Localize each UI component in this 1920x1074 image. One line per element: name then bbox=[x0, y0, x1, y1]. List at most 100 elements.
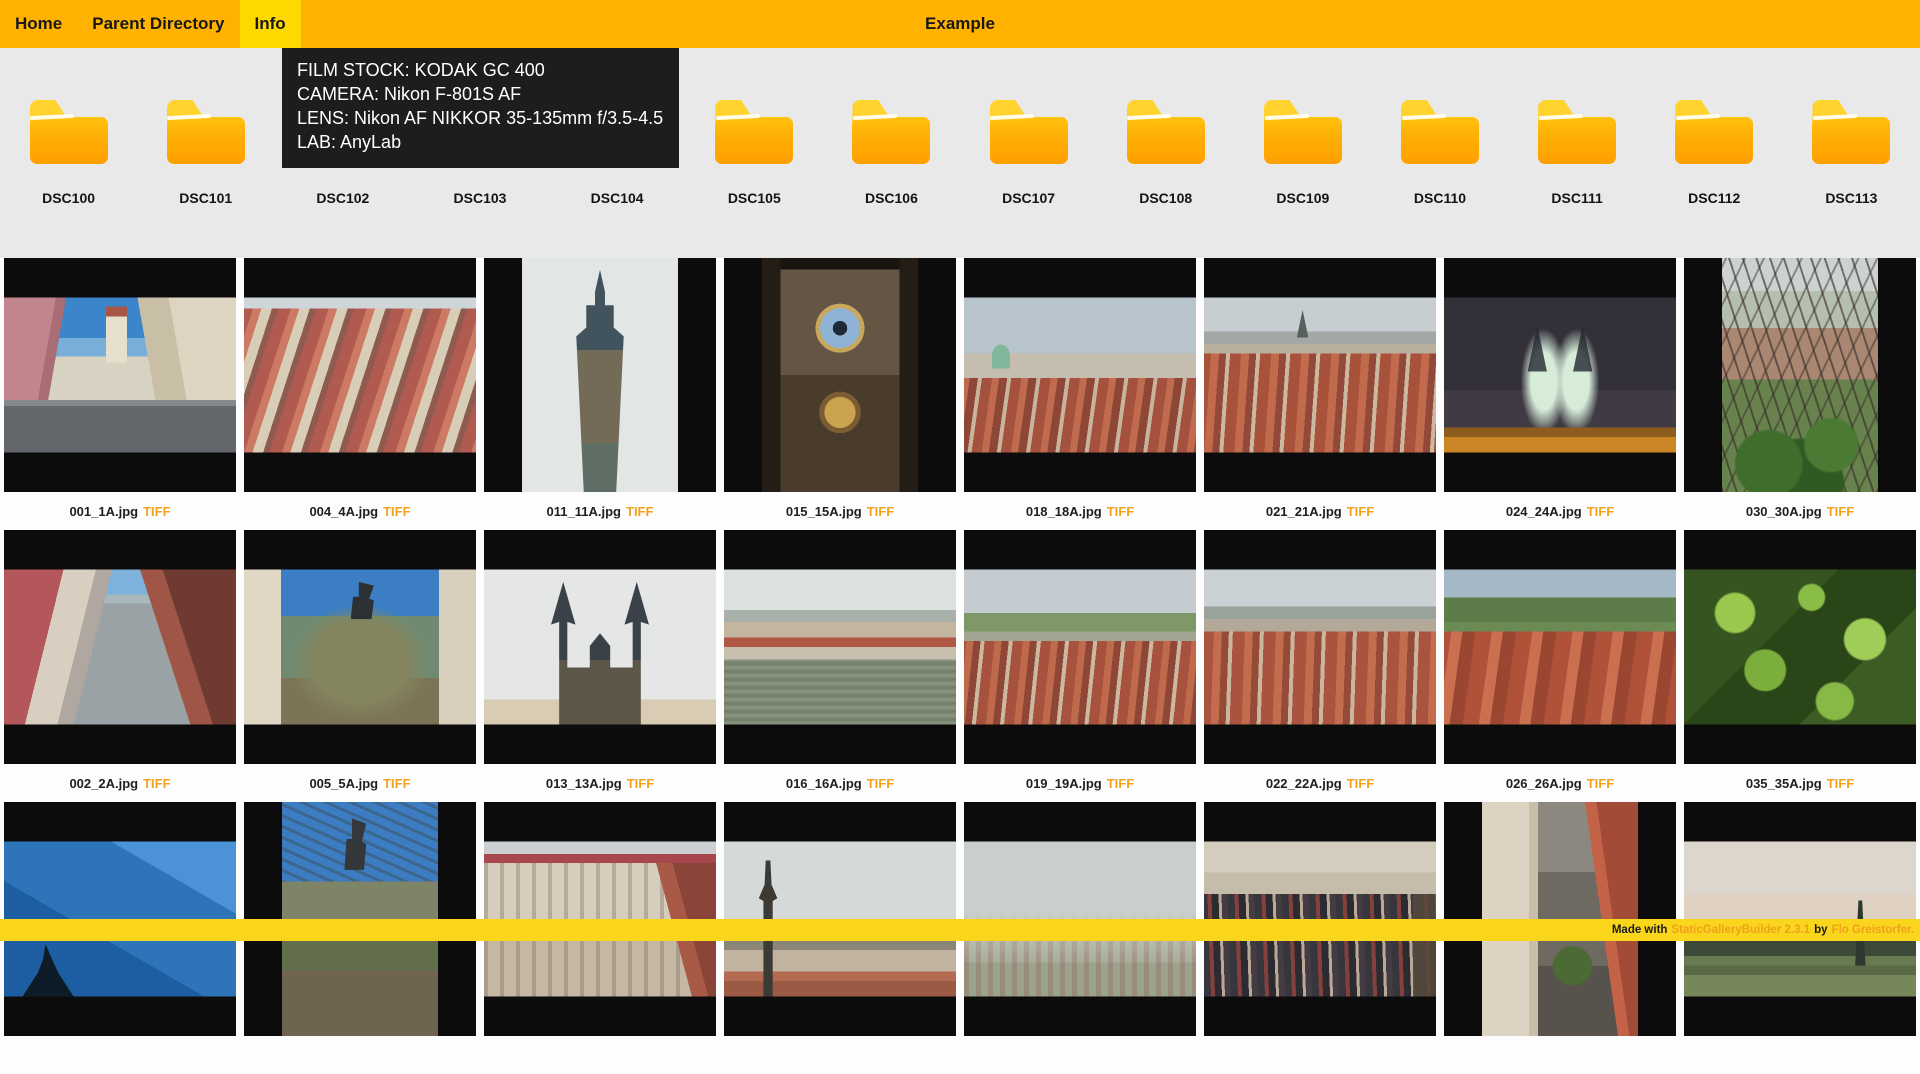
folder-item-dsc111[interactable]: DSC111 bbox=[1509, 48, 1646, 258]
nav-item-info[interactable]: Info bbox=[240, 0, 301, 48]
photo-label: 019_19A.jpg TIFF bbox=[964, 764, 1196, 802]
photo-tile-013-13a-jpg[interactable] bbox=[484, 530, 716, 764]
photo-filename-link[interactable]: 022_22A.jpg bbox=[1266, 776, 1342, 791]
photo-tile-005-5a-jpg[interactable] bbox=[244, 530, 476, 764]
photo-filename-link[interactable]: 019_19A.jpg bbox=[1026, 776, 1102, 791]
info-tooltip-line: LAB: AnyLab bbox=[297, 131, 663, 155]
photo-format-link[interactable]: TIFF bbox=[626, 504, 653, 519]
photo-tile-026-26a-jpg[interactable] bbox=[1444, 530, 1676, 764]
folder-item-dsc108[interactable]: DSC108 bbox=[1097, 48, 1234, 258]
folder-icon bbox=[852, 100, 930, 164]
folder-icon bbox=[1812, 100, 1890, 164]
folder-item-dsc112[interactable]: DSC112 bbox=[1646, 48, 1783, 258]
gallery-cell: 004_4A.jpg TIFF bbox=[240, 258, 480, 530]
folder-label: DSC106 bbox=[865, 190, 918, 206]
footer-builder-link[interactable]: StaticGalleryBuilder 2.3.1 bbox=[1671, 924, 1810, 936]
photo-format-link[interactable]: TIFF bbox=[627, 776, 654, 791]
nav-item-parent-directory[interactable]: Parent Directory bbox=[77, 0, 239, 48]
photo-format-link[interactable]: TIFF bbox=[1587, 776, 1614, 791]
photo-tile-002-2a-jpg[interactable] bbox=[4, 530, 236, 764]
photo-format-link[interactable]: TIFF bbox=[1587, 504, 1614, 519]
photo-tile-019-19a-jpg[interactable] bbox=[964, 530, 1196, 764]
photo-thumbnail bbox=[724, 570, 956, 725]
photo-format-link[interactable]: TIFF bbox=[383, 504, 410, 519]
photo-tile-018-18a-jpg[interactable] bbox=[964, 258, 1196, 492]
folder-item-dsc101[interactable]: DSC101 bbox=[137, 48, 274, 258]
info-tooltip-line: LENS: Nikon AF NIKKOR 35-135mm f/3.5-4.5 bbox=[297, 107, 663, 131]
photo-format-link[interactable]: TIFF bbox=[1107, 504, 1134, 519]
photo-format-link[interactable]: TIFF bbox=[143, 504, 170, 519]
photo-filename-link[interactable]: 004_4A.jpg bbox=[309, 504, 378, 519]
photo-filename-link[interactable]: 015_15A.jpg bbox=[786, 504, 862, 519]
photo-label bbox=[724, 1036, 956, 1074]
folder-item-dsc105[interactable]: DSC105 bbox=[686, 48, 823, 258]
photo-label bbox=[1204, 1036, 1436, 1074]
photo-filename-link[interactable]: 030_30A.jpg bbox=[1746, 504, 1822, 519]
photo-tile-015-15a-jpg[interactable] bbox=[724, 258, 956, 492]
photo-format-link[interactable]: TIFF bbox=[1347, 504, 1374, 519]
photo-filename-link[interactable]: 024_24A.jpg bbox=[1506, 504, 1582, 519]
photo-format-link[interactable]: TIFF bbox=[867, 504, 894, 519]
folder-label: DSC111 bbox=[1551, 190, 1602, 206]
photo-thumbnail bbox=[1204, 570, 1436, 725]
photo-tile-016-16a-jpg[interactable] bbox=[724, 530, 956, 764]
photo-tile-030-30a-jpg[interactable] bbox=[1684, 258, 1916, 492]
photo-format-link[interactable]: TIFF bbox=[1827, 504, 1854, 519]
footer-author-link[interactable]: Flo Greistorfer. bbox=[1832, 924, 1914, 936]
photo-thumbnail bbox=[1722, 258, 1878, 492]
photo-format-link[interactable]: TIFF bbox=[143, 776, 170, 791]
folder-item-dsc100[interactable]: DSC100 bbox=[0, 48, 137, 258]
folder-item-dsc107[interactable]: DSC107 bbox=[960, 48, 1097, 258]
nav-item-home[interactable]: Home bbox=[0, 0, 77, 48]
gallery-cell: 021_21A.jpg TIFF bbox=[1200, 258, 1440, 530]
photo-filename-link[interactable]: 005_5A.jpg bbox=[309, 776, 378, 791]
photo-format-link[interactable]: TIFF bbox=[1347, 776, 1374, 791]
photo-filename-link[interactable]: 018_18A.jpg bbox=[1026, 504, 1102, 519]
photo-tile-011-11a-jpg[interactable] bbox=[484, 258, 716, 492]
folder-item-dsc113[interactable]: DSC113 bbox=[1783, 48, 1920, 258]
folder-item-dsc109[interactable]: DSC109 bbox=[1234, 48, 1371, 258]
gallery-cell: 024_24A.jpg TIFF bbox=[1440, 258, 1680, 530]
photo-thumbnail bbox=[484, 570, 716, 725]
gallery-cell: 035_35A.jpg TIFF bbox=[1680, 530, 1920, 802]
info-tooltip-line: FILM STOCK: KODAK GC 400 bbox=[297, 59, 663, 83]
photo-format-link[interactable]: TIFF bbox=[867, 776, 894, 791]
photo-filename-link[interactable]: 002_2A.jpg bbox=[69, 776, 138, 791]
photo-tile-004-4a-jpg[interactable] bbox=[244, 258, 476, 492]
photo-label: 022_22A.jpg TIFF bbox=[1204, 764, 1436, 802]
footer-bar: Made with StaticGalleryBuilder 2.3.1 by … bbox=[0, 919, 1920, 941]
photo-tile-001-1a-jpg[interactable] bbox=[4, 258, 236, 492]
folder-label: DSC112 bbox=[1688, 190, 1740, 206]
gallery-cell: 016_16A.jpg TIFF bbox=[720, 530, 960, 802]
gallery-cell: 001_1A.jpg TIFF bbox=[0, 258, 240, 530]
photo-label: 001_1A.jpg TIFF bbox=[4, 492, 236, 530]
photo-format-link[interactable]: TIFF bbox=[1827, 776, 1854, 791]
photo-filename-link[interactable]: 026_26A.jpg bbox=[1506, 776, 1582, 791]
photo-format-link[interactable]: TIFF bbox=[1107, 776, 1134, 791]
photo-format-link[interactable]: TIFF bbox=[383, 776, 410, 791]
folder-icon bbox=[1264, 100, 1342, 164]
folder-item-dsc110[interactable]: DSC110 bbox=[1371, 48, 1508, 258]
photo-tile-021-21a-jpg[interactable] bbox=[1204, 258, 1436, 492]
folder-label: DSC107 bbox=[1002, 190, 1055, 206]
photo-tile-035-35a-jpg[interactable] bbox=[1684, 530, 1916, 764]
photo-label bbox=[244, 1036, 476, 1074]
folder-item-dsc106[interactable]: DSC106 bbox=[823, 48, 960, 258]
photo-filename-link[interactable]: 035_35A.jpg bbox=[1746, 776, 1822, 791]
folder-icon bbox=[990, 100, 1068, 164]
photo-filename-link[interactable]: 021_21A.jpg bbox=[1266, 504, 1342, 519]
photo-filename-link[interactable]: 013_13A.jpg bbox=[546, 776, 622, 791]
photo-label: 018_18A.jpg TIFF bbox=[964, 492, 1196, 530]
folder-label: DSC110 bbox=[1414, 190, 1466, 206]
photo-filename-link[interactable]: 011_11A.jpg bbox=[547, 504, 621, 519]
folder-label: DSC113 bbox=[1825, 190, 1877, 206]
photo-tile-022-22a-jpg[interactable] bbox=[1204, 530, 1436, 764]
photo-filename-link[interactable]: 016_16A.jpg bbox=[786, 776, 862, 791]
photo-filename-link[interactable]: 001_1A.jpg bbox=[69, 504, 138, 519]
nav-items: HomeParent DirectoryInfo bbox=[0, 0, 301, 48]
photo-tile-024-24a-jpg[interactable] bbox=[1444, 258, 1676, 492]
gallery-cell: 026_26A.jpg TIFF bbox=[1440, 530, 1680, 802]
folder-icon bbox=[715, 100, 793, 164]
gallery-cell: 030_30A.jpg TIFF bbox=[1680, 258, 1920, 530]
photo-label: 021_21A.jpg TIFF bbox=[1204, 492, 1436, 530]
